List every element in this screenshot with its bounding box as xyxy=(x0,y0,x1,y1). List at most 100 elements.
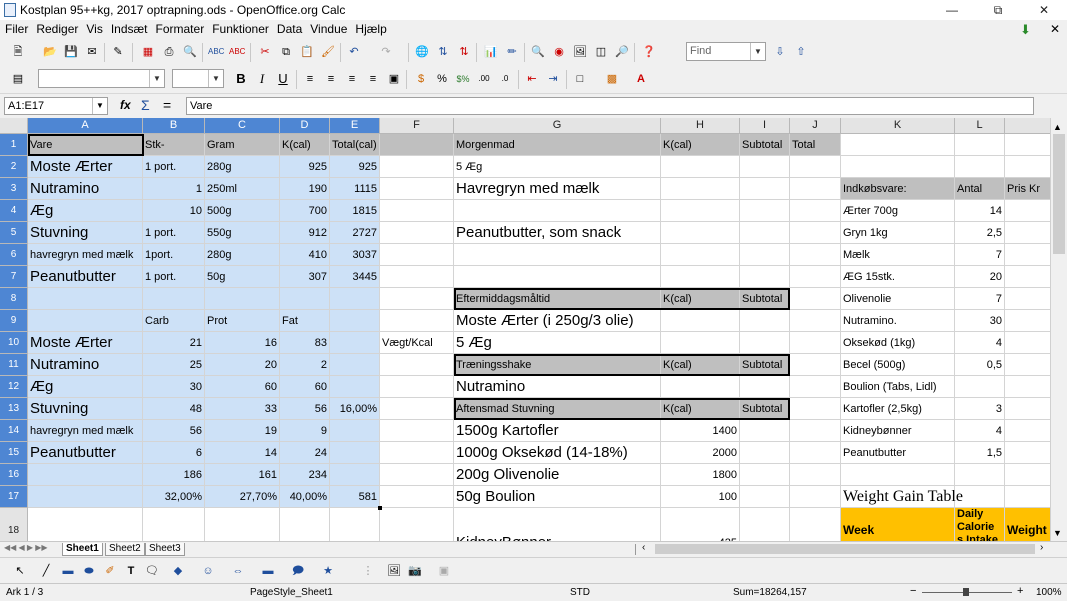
scroll-right-icon[interactable]: › xyxy=(1040,542,1043,553)
cell-a4[interactable]: Æg xyxy=(28,200,143,222)
find-dropdown-icon[interactable]: ▼ xyxy=(750,43,765,60)
cell-d4[interactable]: 700 xyxy=(280,200,330,222)
cell-i18[interactable] xyxy=(740,508,790,541)
column-header[interactable]: I xyxy=(740,118,790,134)
cell-b9[interactable]: Carb xyxy=(143,310,205,332)
cell-d10[interactable]: 83 xyxy=(280,332,330,354)
italic-icon[interactable]: I xyxy=(254,71,270,87)
tab-sheet3[interactable]: Sheet3 xyxy=(145,543,185,556)
row-header[interactable]: 8 xyxy=(0,288,28,310)
spellcheck-icon[interactable]: ABC xyxy=(208,44,224,60)
font-size-combo[interactable]: ▼ xyxy=(172,69,224,88)
first-sheet-icon[interactable]: ◀◀ ◀ ▶ ▶▶ xyxy=(4,543,48,552)
show-draw-functions-icon[interactable]: ✏ xyxy=(504,44,520,60)
cell-j2[interactable] xyxy=(790,156,841,178)
save-icon[interactable]: 💾 xyxy=(63,44,79,60)
column-header[interactable]: H xyxy=(661,118,740,134)
cell-d13[interactable]: 56 xyxy=(280,398,330,420)
cell-c7[interactable]: 50g xyxy=(205,266,280,288)
close-button[interactable]: ✕ xyxy=(1021,0,1067,20)
cell-i2[interactable] xyxy=(740,156,790,178)
cell-e13[interactable]: 16,00% xyxy=(330,398,380,420)
cell-l18[interactable]: Daily Calorie s Intake xyxy=(955,508,1005,541)
sum-icon[interactable]: Σ xyxy=(141,97,150,113)
stars-icon[interactable]: ★ xyxy=(320,563,336,579)
cell-j12[interactable] xyxy=(790,376,841,398)
column-header[interactable]: J xyxy=(790,118,841,134)
find-replace-icon[interactable]: 🔍 xyxy=(530,44,546,60)
extrusion-icon[interactable]: ▣ xyxy=(436,563,452,579)
block-arrows-icon[interactable]: ⇔ xyxy=(230,563,246,579)
cell-i6[interactable] xyxy=(740,244,790,266)
cell-l8[interactable]: 7 xyxy=(955,288,1005,310)
line-icon[interactable]: ╱ xyxy=(38,563,54,579)
cell-h1[interactable]: K(cal) xyxy=(661,134,740,156)
cell-g18[interactable]: KidneyBønner xyxy=(454,508,661,541)
text-icon[interactable]: T xyxy=(123,563,139,579)
cell-k18[interactable]: Week xyxy=(841,508,955,541)
cell-g1[interactable]: Morgenmad xyxy=(454,134,661,156)
cell-h15[interactable]: 2000 xyxy=(661,442,740,464)
horizontal-scroll-thumb[interactable] xyxy=(655,544,1035,554)
increase-indent-icon[interactable]: ⇥ xyxy=(545,71,561,87)
cell-l15[interactable]: 1,5 xyxy=(955,442,1005,464)
column-header[interactable]: D xyxy=(280,118,330,134)
cell-e11[interactable] xyxy=(330,354,380,376)
cell-d3[interactable]: 190 xyxy=(280,178,330,200)
cell-d17[interactable]: 40,00% xyxy=(280,486,330,508)
standard-format-icon[interactable]: $% xyxy=(455,71,471,87)
cell-a18[interactable] xyxy=(28,508,143,541)
cell-c12[interactable]: 60 xyxy=(205,376,280,398)
cell-h4[interactable] xyxy=(661,200,740,222)
find-input[interactable]: Find ▼ xyxy=(686,42,766,61)
select-all-corner[interactable] xyxy=(0,118,28,134)
hyperlink-icon[interactable]: 🌐 xyxy=(414,44,430,60)
cell-c16[interactable]: 161 xyxy=(205,464,280,486)
data-sources-icon[interactable]: ◫ xyxy=(593,44,609,60)
cell-l17[interactable] xyxy=(955,486,1005,508)
basic-shapes-icon[interactable]: ◆ xyxy=(170,563,186,579)
cell-b16[interactable]: 186 xyxy=(143,464,205,486)
cell-f3[interactable] xyxy=(380,178,454,200)
cell-e2[interactable]: 925 xyxy=(330,156,380,178)
cell-j5[interactable] xyxy=(790,222,841,244)
cell-i10[interactable] xyxy=(740,332,790,354)
cell-e12[interactable] xyxy=(330,376,380,398)
cell-f10[interactable]: Vægt/Kcal xyxy=(380,332,454,354)
zoom-level[interactable]: 100% xyxy=(1036,587,1062,598)
cell-j18[interactable] xyxy=(790,508,841,541)
cell-d15[interactable]: 24 xyxy=(280,442,330,464)
align-left-icon[interactable]: ≡ xyxy=(302,71,318,87)
cell-d8[interactable] xyxy=(280,288,330,310)
cell-g2[interactable]: 5 Æg xyxy=(454,156,661,178)
print-icon[interactable]: ⎙ xyxy=(161,44,177,60)
menu-data[interactable]: Data xyxy=(273,20,306,39)
cell-a8[interactable] xyxy=(28,288,143,310)
cell-k4[interactable]: Ærter 700g xyxy=(841,200,955,222)
cell-l12[interactable] xyxy=(955,376,1005,398)
callouts-icon[interactable]: 🗩 xyxy=(290,563,306,579)
scroll-left-icon[interactable]: ‹ xyxy=(642,542,645,553)
cell-e1[interactable]: Total(cal) xyxy=(330,134,380,156)
print-preview-icon[interactable]: 🔍 xyxy=(182,44,198,60)
cell-c14[interactable]: 19 xyxy=(205,420,280,442)
from-file-icon[interactable]: 📷 xyxy=(407,563,423,579)
cell-a13[interactable]: Stuvning xyxy=(28,398,143,420)
cell-f14[interactable] xyxy=(380,420,454,442)
export-pdf-icon[interactable]: ▦ xyxy=(140,44,156,60)
cell-f4[interactable] xyxy=(380,200,454,222)
cell-d5[interactable]: 912 xyxy=(280,222,330,244)
cell-b3[interactable]: 1 xyxy=(143,178,205,200)
cell-k15[interactable]: Peanutbutter xyxy=(841,442,955,464)
cell-a2[interactable]: Moste Ærter xyxy=(28,156,143,178)
cell-i3[interactable] xyxy=(740,178,790,200)
scroll-up-icon[interactable]: ▲ xyxy=(1053,122,1062,132)
sort-descending-icon[interactable]: ⇅ xyxy=(456,44,472,60)
cell-g9[interactable]: Moste Ærter (i 250g/3 olie) xyxy=(454,310,661,332)
underline-icon[interactable]: U xyxy=(275,71,291,87)
selection-fill-handle[interactable] xyxy=(378,506,382,510)
column-header[interactable]: F xyxy=(380,118,454,134)
zoom-slider-thumb[interactable] xyxy=(963,588,969,596)
cell-e10[interactable] xyxy=(330,332,380,354)
cell-h17[interactable]: 100 xyxy=(661,486,740,508)
